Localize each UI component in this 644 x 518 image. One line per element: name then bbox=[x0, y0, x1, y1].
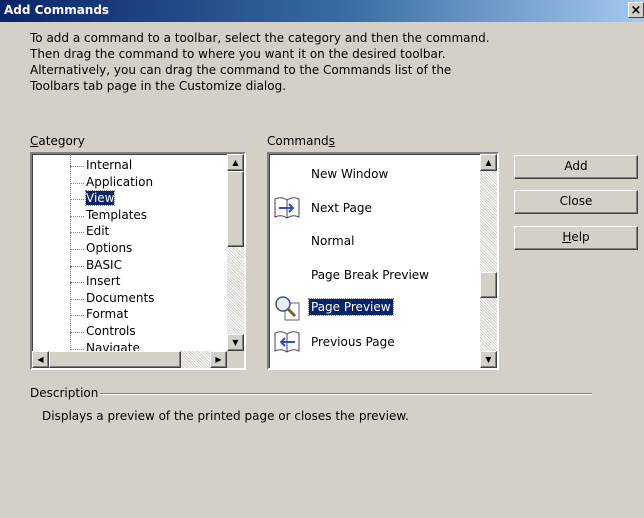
help-button[interactable]: Help bbox=[514, 226, 638, 250]
next-page-icon bbox=[273, 195, 301, 221]
scroll-up-button[interactable]: ▲ bbox=[227, 154, 244, 171]
description-divider bbox=[100, 393, 592, 395]
command-item-label: Previous Page bbox=[311, 334, 395, 349]
category-item-label: Controls bbox=[86, 324, 136, 338]
scroll-up-button[interactable]: ▲ bbox=[480, 154, 497, 171]
category-item-label: View bbox=[84, 190, 116, 207]
command-item[interactable]: Redo bbox=[269, 359, 479, 368]
category-item[interactable]: Format bbox=[70, 307, 128, 323]
scroll-left-button[interactable]: ◀ bbox=[32, 351, 49, 368]
category-item-label: Options bbox=[86, 241, 133, 255]
category-item[interactable]: View bbox=[70, 190, 116, 207]
instruction-line: To add a command to a toolbar, select th… bbox=[30, 31, 490, 45]
tree-connector bbox=[70, 249, 84, 250]
command-item[interactable]: Next Page bbox=[269, 192, 479, 225]
category-item[interactable]: Application bbox=[70, 175, 153, 191]
category-item[interactable]: BASIC bbox=[70, 258, 122, 274]
instruction-line: Then drag the command to where you want … bbox=[30, 47, 446, 61]
tree-connector bbox=[70, 298, 84, 300]
category-item-label: Edit bbox=[86, 224, 110, 239]
category-item-label: BASIC bbox=[86, 257, 122, 272]
instruction-line: Toolbars tab page in the Customize dialo… bbox=[30, 79, 287, 93]
category-item-label: Format bbox=[86, 307, 129, 322]
tree-connector bbox=[70, 348, 84, 350]
window-title: Add Commands bbox=[4, 3, 110, 17]
scroll-thumb[interactable] bbox=[49, 351, 181, 368]
scroll-down-button[interactable]: ▼ bbox=[480, 351, 497, 368]
scroll-thumb[interactable] bbox=[480, 272, 497, 298]
category-item-label: Documents bbox=[86, 290, 155, 305]
add-button[interactable]: Add bbox=[514, 155, 638, 179]
close-icon[interactable]: × bbox=[628, 2, 644, 18]
category-item-label: Templates bbox=[86, 207, 148, 222]
category-item-label: Internal bbox=[86, 158, 133, 172]
category-tree[interactable]: Internal Application View Templates Edit Opti… bbox=[30, 152, 246, 370]
category-item[interactable]: Documents bbox=[70, 291, 154, 307]
command-item[interactable]: Previous Page bbox=[269, 326, 479, 359]
description-text: Displays a preview of the printed page o… bbox=[42, 409, 409, 423]
category-horizontal-scrollbar[interactable]: ◀ ▶ bbox=[32, 351, 227, 368]
tree-connector bbox=[70, 282, 84, 284]
tree-connector bbox=[70, 232, 84, 234]
close-button[interactable]: Close bbox=[514, 190, 638, 214]
tree-connector bbox=[70, 332, 84, 333]
tree-connector bbox=[70, 265, 84, 267]
tree-connector bbox=[70, 215, 84, 217]
tree-connector bbox=[70, 315, 84, 317]
commands-label: Commands bbox=[267, 134, 335, 148]
title-bar: Add Commands × bbox=[0, 0, 644, 22]
description-label: Description bbox=[30, 386, 103, 400]
command-item-label: Normal bbox=[311, 234, 355, 248]
category-label: Category bbox=[30, 134, 85, 148]
command-item[interactable]: Normal bbox=[269, 225, 479, 258]
category-item[interactable]: Edit bbox=[70, 224, 109, 240]
command-item[interactable]: New Window bbox=[269, 158, 479, 191]
command-item-label: Next Page bbox=[311, 200, 372, 215]
category-item[interactable]: Insert bbox=[70, 274, 120, 290]
scroll-right-button[interactable]: ▶ bbox=[210, 351, 227, 368]
previous-page-icon bbox=[273, 329, 301, 355]
instructions: To add a command to a toolbar, select th… bbox=[30, 30, 550, 94]
category-item[interactable]: Options bbox=[70, 241, 132, 257]
command-item[interactable]: Page Preview bbox=[269, 292, 479, 325]
tree-connector bbox=[70, 199, 84, 201]
category-item[interactable]: Templates bbox=[70, 208, 147, 224]
command-item-label: Page Preview bbox=[308, 298, 394, 316]
scroll-down-button[interactable]: ▼ bbox=[227, 334, 244, 351]
category-vertical-scrollbar[interactable]: ▲ ▼ bbox=[227, 154, 244, 351]
category-item-label: Insert bbox=[86, 274, 121, 289]
category-item-label: Application bbox=[86, 174, 154, 189]
commands-list[interactable]: New Window Next Page Normal Page Break Prev… bbox=[267, 152, 499, 370]
scroll-corner bbox=[227, 351, 244, 368]
commands-vertical-scrollbar[interactable]: ▲ ▼ bbox=[480, 154, 497, 368]
command-item-label: New Window bbox=[311, 167, 389, 181]
tree-connector bbox=[70, 166, 84, 167]
command-item[interactable]: Page Break Preview bbox=[269, 259, 479, 292]
command-item-label: Page Break Preview bbox=[311, 267, 429, 282]
scroll-thumb[interactable] bbox=[227, 171, 244, 247]
magnifier-page-icon bbox=[273, 295, 301, 321]
category-item[interactable]: Controls bbox=[70, 324, 136, 340]
instruction-line: Alternatively, you can drag the command … bbox=[30, 63, 452, 77]
category-item[interactable]: Internal bbox=[70, 158, 132, 174]
tree-connector bbox=[70, 182, 84, 184]
